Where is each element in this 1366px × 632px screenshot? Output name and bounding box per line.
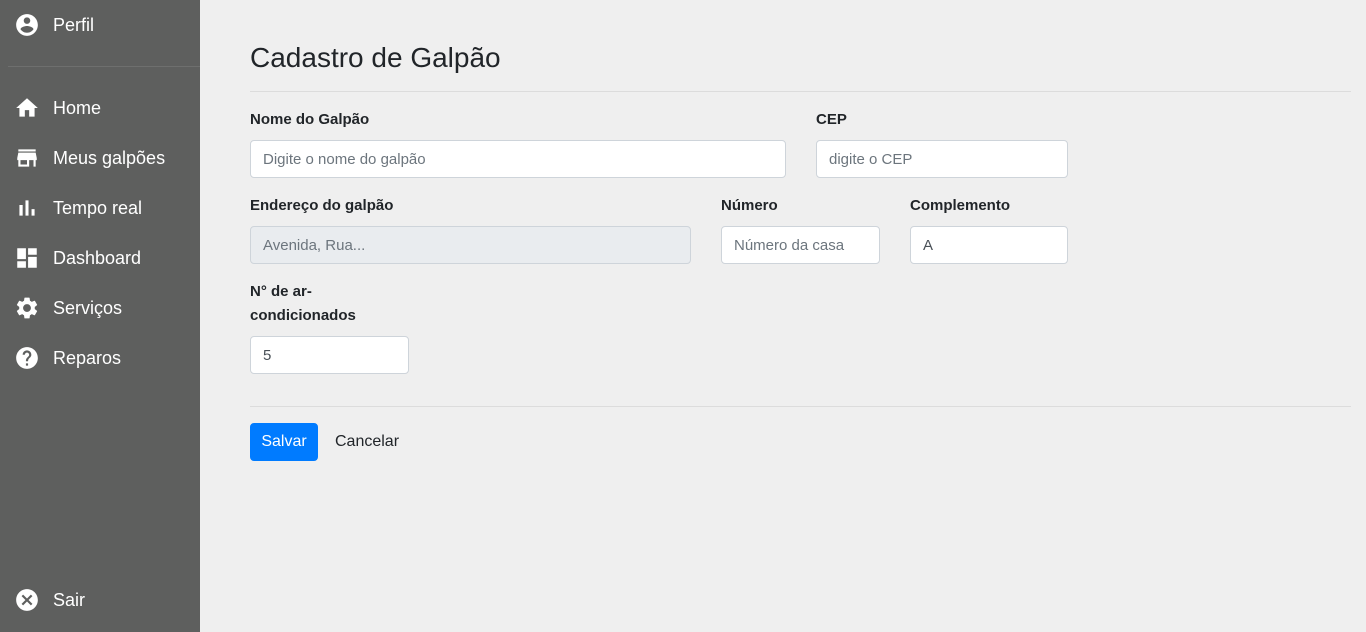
sidebar-item-perfil[interactable]: Perfil bbox=[0, 5, 200, 45]
save-button[interactable]: Salvar bbox=[250, 423, 318, 461]
home-icon bbox=[14, 95, 40, 121]
cancel-button[interactable]: Cancelar bbox=[326, 423, 408, 461]
account-circle-icon bbox=[14, 12, 40, 38]
complemento-input[interactable] bbox=[910, 226, 1068, 264]
cep-label: CEP bbox=[816, 111, 847, 128]
ar-condicionados-label-line2: condicionados bbox=[250, 307, 356, 324]
gear-icon bbox=[14, 295, 40, 321]
numero-input[interactable] bbox=[721, 226, 880, 264]
complemento-label: Complemento bbox=[910, 197, 1011, 214]
cep-input[interactable] bbox=[816, 140, 1068, 178]
sidebar-item-label: Dashboard bbox=[53, 247, 142, 268]
close-circle-icon bbox=[14, 587, 40, 613]
sidebar-item-label: Serviços bbox=[53, 297, 123, 318]
bar-chart-icon bbox=[14, 195, 40, 221]
sidebar-item-sair[interactable]: Sair bbox=[0, 580, 200, 620]
sidebar-item-tempo-real[interactable]: Tempo real bbox=[0, 188, 200, 228]
store-icon bbox=[14, 145, 40, 171]
sidebar-divider bbox=[8, 66, 200, 67]
sidebar-item-label: Reparos bbox=[53, 347, 122, 368]
sidebar-item-label: Meus galpões bbox=[53, 147, 166, 168]
sidebar-item-servicos[interactable]: Serviços bbox=[0, 288, 200, 328]
ar-condicionados-label: N° de ar- condicionados bbox=[250, 280, 356, 328]
sidebar-item-reparos[interactable]: Reparos bbox=[0, 338, 200, 378]
sidebar: Perfil Home Meus galpões Tempo real Dash… bbox=[0, 0, 200, 632]
nome-galpao-input[interactable] bbox=[250, 140, 786, 178]
title-divider bbox=[250, 91, 1351, 92]
nome-galpao-label: Nome do Galpão bbox=[250, 111, 370, 128]
sidebar-item-label: Tempo real bbox=[53, 197, 143, 218]
page-title: Cadastro de Galpão bbox=[250, 42, 501, 73]
help-circle-icon bbox=[14, 345, 40, 371]
dashboard-icon bbox=[14, 245, 40, 271]
sidebar-item-home[interactable]: Home bbox=[0, 88, 200, 128]
sidebar-item-label: Home bbox=[53, 97, 102, 118]
actions-divider bbox=[250, 406, 1351, 407]
ar-condicionados-input[interactable] bbox=[250, 336, 409, 374]
endereco-label: Endereço do galpão bbox=[250, 197, 394, 214]
sidebar-item-label: Sair bbox=[53, 589, 86, 610]
sidebar-item-dashboard[interactable]: Dashboard bbox=[0, 238, 200, 278]
sidebar-item-label: Perfil bbox=[53, 14, 95, 35]
numero-label: Número bbox=[721, 197, 778, 214]
sidebar-item-meus-galpoes[interactable]: Meus galpões bbox=[0, 138, 200, 178]
ar-condicionados-label-line1: N° de ar- bbox=[250, 283, 312, 300]
endereco-input[interactable] bbox=[250, 226, 691, 264]
